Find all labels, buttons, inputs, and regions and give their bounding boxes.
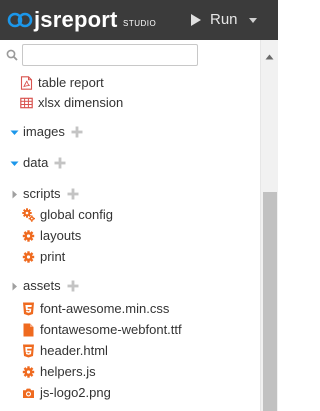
search-bar — [0, 40, 278, 70]
tree-item-label: header.html — [40, 343, 108, 358]
folder-scripts[interactable]: scripts — [10, 184, 79, 204]
folder-images[interactable]: images — [10, 122, 83, 142]
tree-item-table-report[interactable]: table report — [20, 73, 104, 93]
folder-label: data — [23, 155, 49, 170]
run-button[interactable]: Run — [190, 8, 266, 32]
file-icon — [23, 323, 34, 337]
tree-item-label: xlsx dimension — [38, 95, 124, 110]
add-icon[interactable] — [71, 126, 83, 138]
caret-right-icon[interactable] — [10, 190, 19, 199]
folder-assets[interactable]: assets — [10, 276, 79, 296]
tree-item-label: global config — [40, 207, 113, 222]
css3-icon — [23, 302, 34, 316]
add-icon[interactable] — [67, 188, 79, 200]
gear-icon — [22, 366, 35, 378]
jsreport-logo-icon — [7, 12, 33, 28]
entity-tree: table report xlsx dimension images data — [0, 70, 260, 411]
brand-name: jsreport — [34, 7, 118, 32]
html5-icon — [23, 344, 34, 358]
tree-item-label: helpers.js — [40, 364, 96, 379]
tree-item-label: fontawesome-webfont.ttf — [40, 322, 182, 337]
gear-icon — [22, 230, 35, 242]
folder-label: images — [23, 124, 65, 139]
scroll-up-arrow-icon[interactable] — [265, 54, 274, 60]
play-icon — [191, 14, 201, 26]
tree-item-label: js-logo2.png — [40, 385, 111, 400]
tree-scrollbar[interactable] — [260, 40, 278, 411]
tree-item-helpers-js[interactable]: helpers.js — [22, 362, 96, 382]
caret-down-icon[interactable] — [10, 159, 19, 168]
tree-item-font-awesome-css[interactable]: font-awesome.min.css — [22, 299, 169, 319]
tree-item-header-html[interactable]: header.html — [22, 341, 108, 361]
add-icon[interactable] — [54, 157, 66, 169]
top-bar: jsreport STUDIO Run — [0, 0, 278, 40]
search-input[interactable] — [22, 44, 198, 66]
tree-item-label: table report — [38, 75, 104, 90]
tree-item-label: layouts — [40, 228, 82, 243]
tree-item-print[interactable]: print — [22, 247, 65, 267]
search-icon — [6, 49, 18, 61]
add-icon[interactable] — [67, 280, 79, 292]
folder-label: scripts — [23, 186, 61, 201]
tree-item-label: font-awesome.min.css — [40, 301, 170, 316]
folder-data[interactable]: data — [10, 153, 66, 173]
brand-subtitle: STUDIO — [123, 19, 157, 28]
tree-item-global-config[interactable]: global config — [22, 205, 113, 225]
run-button-label: Run — [210, 11, 238, 28]
chevron-down-icon[interactable] — [248, 17, 257, 23]
gear-icon — [22, 251, 35, 263]
tree-item-fontawesome-webfont[interactable]: fontawesome-webfont.ttf — [22, 320, 182, 340]
caret-down-icon[interactable] — [10, 128, 19, 137]
tree-item-xlsx-dimension[interactable]: xlsx dimension — [20, 93, 123, 113]
file-pdf-icon — [20, 76, 33, 90]
camera-icon — [23, 388, 34, 398]
cogs-icon — [22, 208, 35, 222]
table-icon — [20, 97, 33, 109]
folder-label: assets — [23, 278, 61, 293]
caret-right-icon[interactable] — [10, 282, 19, 291]
tree-item-layouts[interactable]: layouts — [22, 226, 81, 246]
tree-item-label: print — [40, 249, 66, 264]
scrollbar-thumb[interactable] — [263, 192, 277, 411]
tree-item-js-logo2-png[interactable]: js-logo2.png — [22, 383, 111, 403]
